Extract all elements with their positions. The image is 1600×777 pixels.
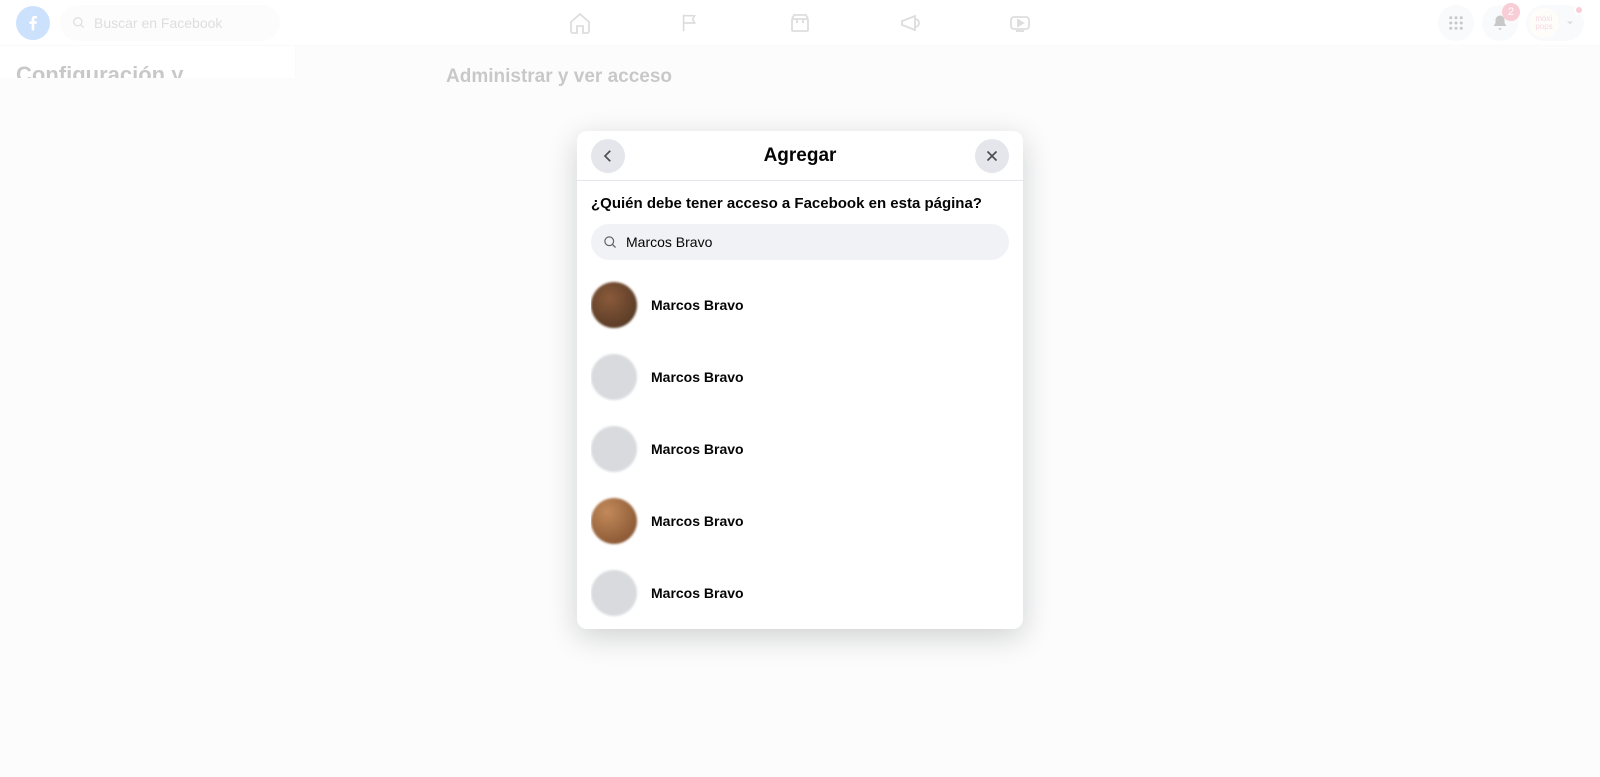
result-name: Marcos Bravo: [651, 369, 744, 385]
modal-question: ¿Quién debe tener acceso a Facebook en e…: [591, 195, 1009, 212]
result-name: Marcos Bravo: [651, 441, 744, 457]
modal-search-input[interactable]: [626, 234, 997, 250]
modal-body: ¿Quién debe tener acceso a Facebook en e…: [577, 181, 1023, 629]
search-result-item[interactable]: Marcos Bravo: [591, 420, 1005, 492]
search-icon: [603, 235, 618, 250]
add-access-modal: Agregar ¿Quién debe tener acceso a Faceb…: [577, 131, 1023, 629]
search-result-item[interactable]: Marcos Bravo: [591, 564, 1005, 619]
result-avatar: [591, 498, 637, 544]
modal-header: Agregar: [577, 131, 1023, 181]
back-button[interactable]: [591, 139, 625, 173]
search-result-item[interactable]: Marcos Bravo: [591, 492, 1005, 564]
arrow-left-icon: [599, 147, 617, 165]
result-avatar: [591, 354, 637, 400]
result-avatar: [591, 426, 637, 472]
result-avatar: [591, 570, 637, 616]
result-name: Marcos Bravo: [651, 585, 744, 601]
modal-title: Agregar: [764, 145, 837, 167]
modal-search[interactable]: [591, 224, 1009, 260]
close-icon: [983, 147, 1001, 165]
result-name: Marcos Bravo: [651, 297, 744, 313]
search-result-item[interactable]: Marcos Bravo: [591, 276, 1005, 348]
result-name: Marcos Bravo: [651, 513, 744, 529]
result-avatar: [591, 282, 637, 328]
search-results: Marcos Bravo Marcos Bravo Marcos Bravo M…: [591, 276, 1009, 619]
search-result-item[interactable]: Marcos Bravo: [591, 348, 1005, 420]
close-button[interactable]: [975, 139, 1009, 173]
